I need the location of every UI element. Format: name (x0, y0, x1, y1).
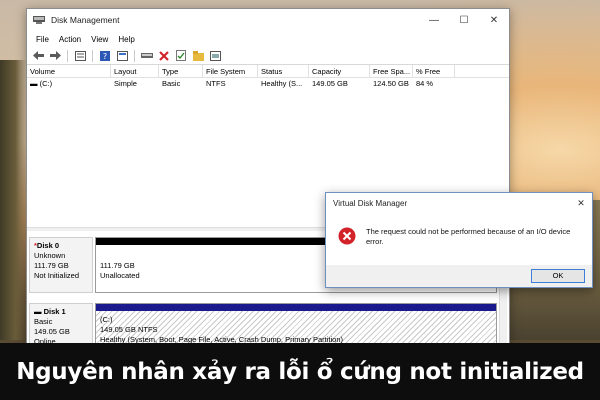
properties-icon[interactable] (115, 49, 129, 63)
percent-free-cell: 84 % (416, 79, 434, 88)
forward-arrow-icon[interactable] (48, 49, 62, 63)
partition-body: (C:) 149.05 GB NTFS Healthy (System, Boo… (96, 311, 496, 346)
status-cell: Healthy (S... (261, 79, 303, 88)
partition-bar (96, 304, 496, 311)
disk-management-window: Disk Management — ☐ ✕ File Action View H… (26, 8, 510, 347)
file-system-cell: NTFS (206, 79, 226, 88)
capacity-cell: 149.05 GB (312, 79, 348, 88)
menu-file[interactable]: File (31, 35, 54, 44)
volume-list-header: Volume Layout Type File System Status Ca… (27, 65, 509, 78)
disk-1-type: Basic (34, 317, 53, 326)
delete-icon[interactable] (157, 49, 171, 63)
toolbar-separator (67, 49, 68, 62)
titlebar: Disk Management — ☐ ✕ (27, 9, 509, 31)
disk-0-info[interactable]: *Disk 0 Unknown 111.79 GB Not Initialize… (29, 237, 93, 293)
dialog-message: The request could not be performed becau… (366, 227, 571, 246)
column-header-percent-free[interactable]: % Free (413, 65, 455, 77)
dialog-title: Virtual Disk Manager (333, 198, 408, 208)
volume-drive-icon: ▬ (30, 79, 40, 88)
disk-1-info[interactable]: ▬ Disk 1 Basic 149.05 GB Online (29, 303, 93, 347)
caption-banner: Nguyên nhân xảy ra lỗi ổ cứng not initia… (0, 343, 600, 400)
disk-0-size: 111.79 GB (34, 261, 69, 270)
connect-drive-icon[interactable] (140, 49, 154, 63)
type-cell: Basic (162, 79, 181, 88)
close-icon[interactable]: ✕ (479, 9, 509, 31)
dialog-titlebar: Virtual Disk Manager ✕ (326, 193, 592, 213)
svg-text:?: ? (103, 52, 107, 61)
disk-1-name: Disk 1 (43, 307, 66, 316)
disk-icon[interactable] (208, 49, 222, 63)
back-arrow-icon[interactable] (31, 49, 45, 63)
disk-0-type: Unknown (34, 251, 66, 260)
disk-management-app-icon (33, 15, 45, 25)
ok-button[interactable]: OK (531, 269, 585, 283)
disk-0-state: Not Initialized (34, 271, 80, 280)
menu-action[interactable]: Action (54, 35, 86, 44)
volume-cell: ▬ (C:) (27, 78, 111, 90)
layout-cell: Simple (114, 79, 137, 88)
toolbar-separator (92, 49, 93, 62)
dialog-body: The request could not be performed becau… (338, 227, 582, 247)
console-tree-icon[interactable] (73, 49, 87, 63)
column-header-free-space[interactable]: Free Spa... (370, 65, 413, 77)
disk-1-title: ▬ Disk 1 (34, 307, 88, 317)
menu-help[interactable]: Help (113, 35, 139, 44)
column-header-volume[interactable]: Volume (27, 65, 111, 77)
column-header-type[interactable]: Type (159, 65, 203, 77)
column-header-capacity[interactable]: Capacity (309, 65, 370, 77)
toolbar: ? (27, 47, 509, 65)
error-dialog: Virtual Disk Manager ✕ The request could… (325, 192, 593, 288)
disk-0-name: Disk 0 (36, 241, 60, 250)
column-header-layout[interactable]: Layout (111, 65, 159, 77)
partition-size-fs: 149.05 GB NTFS (100, 325, 158, 334)
disk-0-title: *Disk 0 (34, 241, 88, 251)
folder-icon[interactable] (191, 49, 205, 63)
disk-1-size: 149.05 GB (34, 327, 70, 336)
disk-1-partition[interactable]: (C:) 149.05 GB NTFS Healthy (System, Boo… (95, 303, 497, 347)
volume-name: (C:) (39, 79, 53, 88)
error-icon (338, 227, 356, 245)
check-icon[interactable] (174, 49, 188, 63)
column-header-file-system[interactable]: File System (203, 65, 258, 77)
desktop-scenery-left (0, 60, 26, 340)
disk-1-row: ▬ Disk 1 Basic 149.05 GB Online (C:) 149… (29, 303, 497, 347)
window-title: Disk Management (51, 15, 120, 25)
column-header-status[interactable]: Status (258, 65, 309, 77)
menu-view[interactable]: View (86, 35, 113, 44)
free-space-cell: 124.50 GB (373, 79, 409, 88)
maximize-icon[interactable]: ☐ (449, 9, 479, 31)
close-icon[interactable]: ✕ (570, 198, 592, 209)
help-icon[interactable]: ? (98, 49, 112, 63)
menubar: File Action View Help (27, 31, 509, 47)
toolbar-separator (134, 49, 135, 62)
table-row[interactable]: ▬ (C:) Simple Basic NTFS Healthy (S... 1… (27, 78, 509, 90)
disk-drive-icon: ▬ (34, 307, 44, 316)
minimize-icon[interactable]: — (419, 9, 449, 31)
partition-label: (C:) (100, 315, 113, 324)
volume-list: Volume Layout Type File System Status Ca… (27, 65, 509, 90)
